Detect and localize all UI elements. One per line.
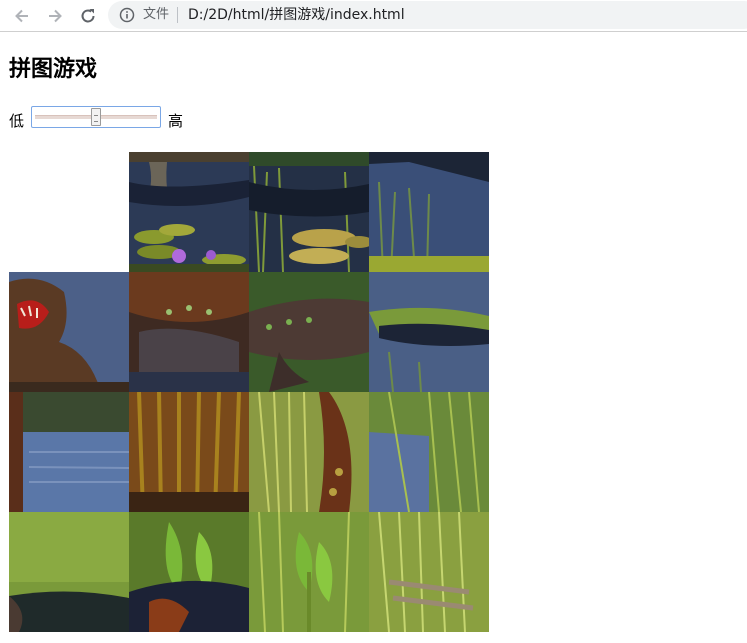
puzzle-tile[interactable] (369, 392, 489, 512)
puzzle-tile[interactable] (129, 392, 249, 512)
forward-arrow-icon (49, 9, 62, 23)
back-button[interactable] (10, 4, 34, 28)
difficulty-high-label: 高 (168, 112, 184, 130)
puzzle-tile[interactable] (9, 512, 129, 632)
difficulty-slider[interactable] (31, 106, 161, 128)
puzzle-tile[interactable] (249, 512, 369, 632)
puzzle-tile[interactable] (9, 392, 129, 512)
puzzle-tile[interactable] (129, 152, 249, 272)
puzzle-tile[interactable] (369, 152, 489, 272)
page-title: 拼图游戏 (9, 57, 98, 82)
puzzle-tile[interactable] (129, 512, 249, 632)
url-text[interactable]: D:/2D/html/拼图游戏/index.html (188, 6, 405, 24)
puzzle-tile[interactable] (369, 272, 489, 392)
browser-toolbar: 文件 D:/2D/html/拼图游戏/index.html (0, 0, 747, 32)
address-bar[interactable]: 文件 D:/2D/html/拼图游戏/index.html (108, 1, 747, 29)
puzzle-board (9, 152, 489, 632)
back-arrow-icon (15, 9, 28, 23)
puzzle-tile[interactable] (369, 512, 489, 632)
info-icon[interactable] (119, 7, 135, 23)
slider-thumb[interactable] (91, 108, 101, 126)
puzzle-tile[interactable] (249, 272, 369, 392)
omnibox-divider (177, 7, 178, 23)
puzzle-tile[interactable] (249, 392, 369, 512)
puzzle-tile[interactable] (129, 272, 249, 392)
difficulty-low-label: 低 (9, 112, 25, 130)
forward-button[interactable] (43, 4, 67, 28)
reload-button[interactable] (76, 4, 100, 28)
file-scheme-label: 文件 (143, 7, 170, 22)
puzzle-tile[interactable] (249, 152, 369, 272)
reload-icon (81, 9, 95, 23)
puzzle-empty-slot[interactable] (9, 152, 129, 272)
puzzle-tile[interactable] (9, 272, 129, 392)
